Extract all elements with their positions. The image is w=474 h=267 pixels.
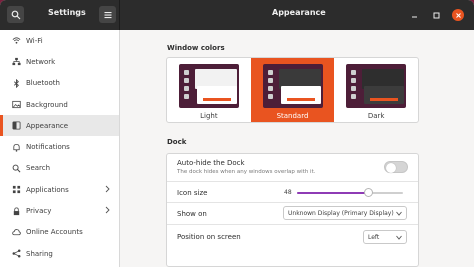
theme-dark-label: Dark (367, 112, 385, 120)
close-button[interactable] (452, 9, 464, 21)
icon-size-row: Icon size 48 (167, 182, 418, 203)
autohide-description: The dock hides when any windows overlap … (177, 169, 316, 175)
search-icon (12, 164, 21, 173)
appearance-panel: Window colors Light Standard Dark Dock A… (121, 30, 474, 267)
app-title: Settings (48, 8, 86, 17)
sidebar-item-privacy[interactable]: Privacy (0, 200, 119, 221)
sidebar-item-applications[interactable]: Applications (0, 179, 119, 200)
search-button[interactable] (7, 6, 24, 23)
background-icon (12, 100, 21, 109)
sidebar-item-wifi[interactable]: Wi-Fi (0, 30, 119, 51)
page-title: Appearance (272, 8, 326, 17)
bell-icon (12, 143, 21, 152)
chevron-right-icon (105, 185, 110, 193)
theme-standard-label: Standard (276, 112, 309, 120)
autohide-toggle[interactable] (384, 161, 408, 173)
appearance-icon (12, 121, 21, 130)
position-row: Position on screen Left (167, 225, 418, 247)
bluetooth-icon (12, 78, 21, 88)
sidebar-item-label: Appearance (26, 121, 69, 130)
sidebar-item-label: Applications (26, 185, 69, 194)
sharing-icon (12, 249, 21, 258)
sidebar-item-search[interactable]: Search (0, 158, 119, 179)
window-colors-heading: Window colors (167, 44, 225, 52)
icon-size-label: Icon size (177, 189, 208, 197)
close-icon (455, 12, 461, 18)
chevron-down-icon (396, 235, 402, 240)
sidebar-item-notifications[interactable]: Notifications (0, 136, 119, 157)
hamburger-icon (104, 11, 111, 18)
privacy-icon (12, 207, 21, 216)
chevron-right-icon (105, 207, 110, 214)
maximize-icon (433, 12, 439, 18)
sidebar-item-label: Bluetooth (26, 79, 60, 88)
sidebar-item-network[interactable]: Network (0, 51, 119, 72)
autohide-row: Auto-hide the Dock The dock hides when a… (167, 154, 418, 182)
sidebar: Wi-Fi Network Bluetooth Background Appea… (0, 30, 120, 267)
theme-dark-option[interactable]: Dark (334, 58, 418, 122)
sidebar-item-appearance[interactable]: Appearance (0, 115, 119, 137)
sidebar-item-label: Search (26, 164, 51, 173)
slider-handle[interactable] (363, 188, 373, 197)
dock-heading: Dock (167, 138, 187, 146)
theme-light-label: Light (200, 112, 218, 120)
sidebar-item-label: Notifications (26, 143, 70, 152)
sidebar-item-sharing[interactable]: Sharing (0, 243, 119, 264)
settings-window: Settings Appearance Wi-Fi Network Blueto… (0, 0, 474, 267)
wifi-icon (12, 36, 21, 45)
online-accounts-icon (12, 228, 21, 237)
theme-light-option[interactable]: Light (167, 58, 251, 122)
applications-icon (12, 185, 21, 194)
maximize-button[interactable] (430, 9, 442, 21)
theme-dark-preview (346, 64, 407, 108)
minimize-icon (411, 16, 417, 17)
sidebar-item-background[interactable]: Background (0, 94, 119, 115)
show-on-value: Unknown Display (Primary Display) (288, 209, 394, 217)
network-icon (12, 57, 21, 66)
show-on-dropdown[interactable]: Unknown Display (Primary Display) (283, 206, 407, 220)
theme-standard-option[interactable]: Standard (250, 58, 335, 122)
show-on-label: Show on (177, 210, 207, 218)
sidebar-item-label: Background (26, 100, 68, 109)
title-bar: Settings Appearance (0, 0, 474, 30)
position-dropdown[interactable]: Left (363, 230, 407, 244)
minimize-button[interactable] (408, 9, 420, 21)
position-label: Position on screen (177, 233, 241, 241)
search-icon (11, 10, 20, 19)
sidebar-header: Settings (0, 0, 120, 30)
window-colors-selector: Light Standard Dark (166, 57, 419, 123)
menu-button[interactable] (99, 6, 116, 23)
icon-size-slider[interactable] (297, 188, 403, 197)
dock-settings-list: Auto-hide the Dock The dock hides when a… (166, 153, 419, 267)
icon-size-value: 48 (284, 189, 292, 196)
sidebar-item-online-accounts[interactable]: Online Accounts (0, 222, 119, 243)
sidebar-item-label: Privacy (26, 207, 52, 216)
toggle-knob (386, 162, 396, 173)
position-value: Left (368, 233, 380, 241)
slider-fill (297, 192, 369, 194)
sidebar-item-label: Network (26, 57, 56, 66)
theme-standard-preview (262, 64, 323, 108)
chevron-down-icon (396, 211, 402, 216)
sidebar-item-label: Online Accounts (26, 228, 83, 237)
theme-light-preview (178, 64, 239, 108)
show-on-row: Show on Unknown Display (Primary Display… (167, 203, 418, 225)
autohide-label: Auto-hide the Dock (177, 159, 245, 167)
sidebar-item-bluetooth[interactable]: Bluetooth (0, 73, 119, 94)
sidebar-item-label: Sharing (26, 249, 53, 258)
sidebar-item-label: Wi-Fi (26, 36, 43, 45)
